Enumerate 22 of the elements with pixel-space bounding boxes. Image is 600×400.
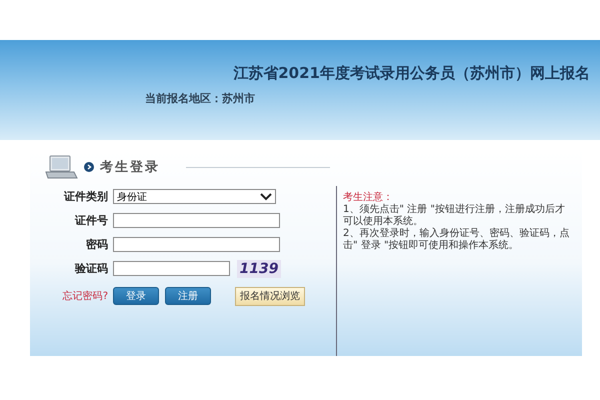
id-number-field[interactable] xyxy=(113,213,280,228)
bullet-icon xyxy=(84,162,94,172)
captcha-field[interactable] xyxy=(113,261,230,276)
browse-button[interactable]: 报名情况浏览 xyxy=(235,286,305,306)
password-field[interactable] xyxy=(113,237,280,252)
notice-title: 考生注意： xyxy=(343,190,394,204)
field-label: 证件类别 xyxy=(62,189,108,204)
field-label: 验证码 xyxy=(74,261,108,276)
notice-text: 2、再次登录时，输入身份证号、密码、验证码，点击" 登录 "按钮即可使用和操作本系统。 xyxy=(343,228,570,252)
login-heading: 考生登录 xyxy=(100,159,160,176)
forgot-password-link[interactable]: 忘记密码? xyxy=(30,289,108,303)
captcha-image: 1139 xyxy=(237,260,281,278)
laptop-icon xyxy=(44,154,78,180)
field-label: 证件号 xyxy=(74,213,108,228)
id-type-select[interactable]: 身份证 xyxy=(113,189,276,204)
page-title: 江苏省2021年度考试录用公务员（苏州市）网上报名 xyxy=(233,64,590,83)
region-label: 当前报名地区：苏州市 xyxy=(145,91,256,106)
register-button[interactable]: 注册 xyxy=(165,287,211,305)
field-label: 密码 xyxy=(85,237,108,252)
notice-text: 1、须先点击" 注册 "按钮进行注册，注册成功后才可以使用本系统。 xyxy=(343,204,566,228)
chevron-icon xyxy=(260,192,272,200)
login-button[interactable]: 登录 xyxy=(113,287,159,305)
